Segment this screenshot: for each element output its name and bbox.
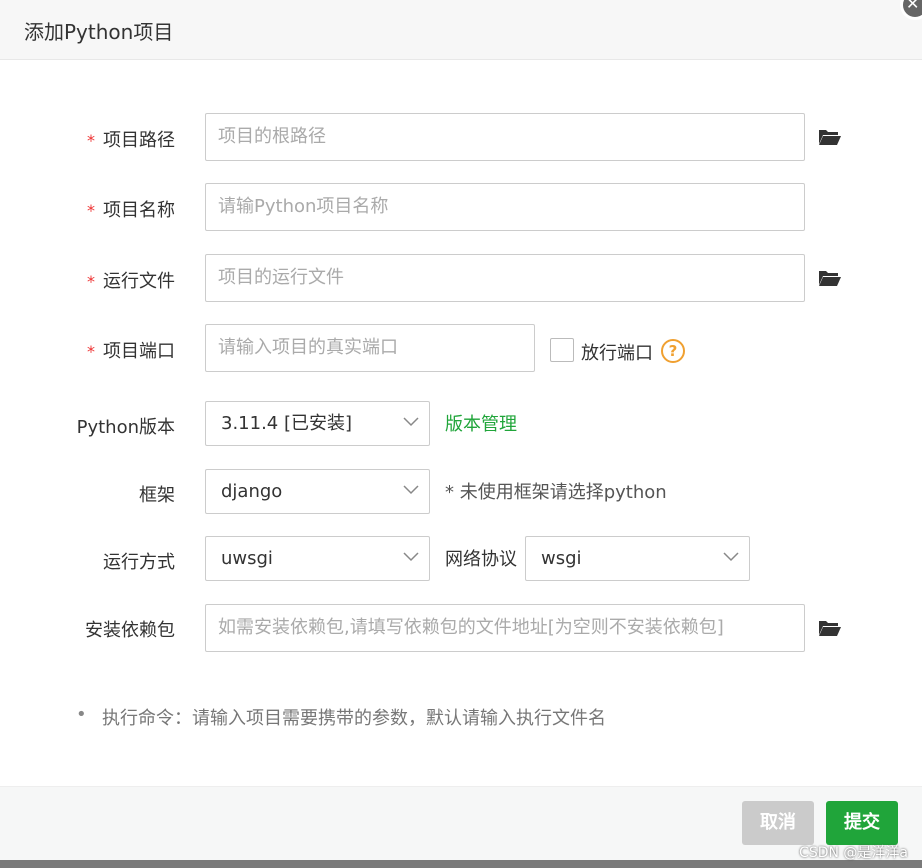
protocol-label: 网络协议 xyxy=(445,549,517,570)
project-port-label-text: 项目端口 xyxy=(103,341,175,362)
folder-open-icon[interactable] xyxy=(818,127,842,147)
run-file-label-text: 运行文件 xyxy=(103,271,175,292)
chevron-down-icon xyxy=(403,485,419,495)
protocol-value: wsgi xyxy=(541,548,582,569)
dependencies-label: 安装依赖包 xyxy=(85,620,175,641)
framework-select[interactable]: django xyxy=(205,469,430,514)
project-name-placeholder: 请输Python项目名称 xyxy=(218,196,389,217)
project-port-label: * 项目端口 xyxy=(0,337,175,363)
required-mark: * xyxy=(87,272,95,291)
project-port-input[interactable]: 请输入项目的真实端口 xyxy=(205,324,535,372)
project-name-label: * 项目名称 xyxy=(0,196,175,222)
dependencies-input[interactable]: 如需安装依赖包,请填写依赖包的文件地址[为空则不安装依赖包] xyxy=(205,604,805,652)
watermark: CSDN @是洋洋a xyxy=(799,845,908,861)
project-name-label-text: 项目名称 xyxy=(103,200,175,221)
chevron-down-icon xyxy=(723,552,739,562)
python-version-select[interactable]: 3.11.4 [已安装] xyxy=(205,401,430,446)
open-port-label[interactable]: 放行端口 xyxy=(581,339,653,365)
chevron-down-icon xyxy=(403,552,419,562)
project-path-input[interactable]: 项目的根路径 xyxy=(205,113,805,161)
folder-open-icon[interactable] xyxy=(818,268,842,288)
framework-label: 框架 xyxy=(139,485,175,506)
folder-open-icon[interactable] xyxy=(818,618,842,638)
required-mark: * xyxy=(87,201,95,220)
version-manage-link[interactable]: 版本管理 xyxy=(445,410,517,436)
bottom-bar xyxy=(0,860,922,868)
chevron-down-icon xyxy=(403,417,419,427)
dependencies-placeholder: 如需安装依赖包,请填写依赖包的文件地址[为空则不安装依赖包] xyxy=(218,617,724,638)
dialog-title: 添加Python项目 xyxy=(24,20,174,44)
protocol-select[interactable]: wsgi xyxy=(525,536,750,581)
run-mode-label: 运行方式 xyxy=(103,552,175,573)
project-name-input[interactable]: 请输Python项目名称 xyxy=(205,183,805,231)
project-path-label-text: 项目路径 xyxy=(103,130,175,151)
required-mark: * xyxy=(87,342,95,361)
cancel-button[interactable]: 取消 xyxy=(742,801,814,845)
command-tip: 执行命令：请输入项目需要携带的参数，默认请输入执行文件名 xyxy=(102,708,606,729)
framework-value: django xyxy=(221,481,283,502)
submit-button[interactable]: 提交 xyxy=(826,801,898,845)
run-mode-select[interactable]: uwsgi xyxy=(205,536,430,581)
dialog-header: 添加Python项目 xyxy=(0,0,922,60)
python-version-label: Python版本 xyxy=(76,417,175,438)
project-path-label: * 项目路径 xyxy=(0,126,175,152)
python-version-value: 3.11.4 [已安装] xyxy=(221,413,353,434)
framework-hint: * 未使用框架请选择python xyxy=(445,482,667,503)
run-file-input[interactable]: 项目的运行文件 xyxy=(205,254,805,302)
tip-bullet: • xyxy=(76,704,87,725)
run-mode-value: uwsgi xyxy=(221,548,273,569)
close-icon[interactable]: ✕ xyxy=(906,0,919,14)
run-file-placeholder: 项目的运行文件 xyxy=(218,267,344,288)
open-port-checkbox[interactable] xyxy=(550,338,574,362)
run-file-label: * 运行文件 xyxy=(0,267,175,293)
project-path-placeholder: 项目的根路径 xyxy=(218,126,326,147)
required-mark: * xyxy=(87,131,95,150)
question-icon[interactable]: ? xyxy=(661,339,685,363)
project-port-placeholder: 请输入项目的真实端口 xyxy=(218,337,398,358)
